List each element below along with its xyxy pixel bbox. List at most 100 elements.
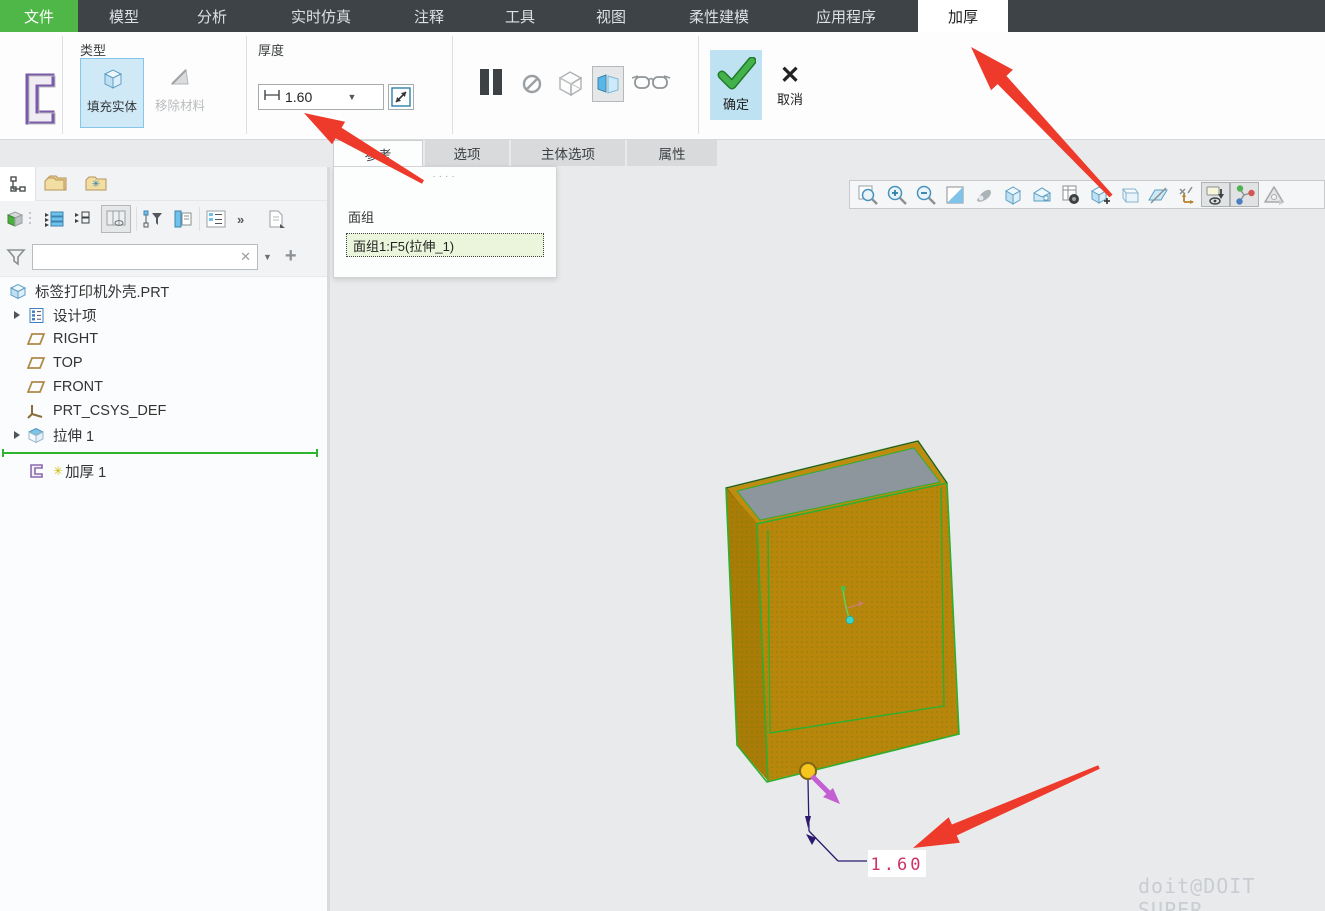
- 3d-dragger-icon[interactable]: [1230, 182, 1259, 207]
- tree-item-extrude-1[interactable]: 拉伸 1: [0, 423, 327, 447]
- saved-orientations-icon[interactable]: [1027, 182, 1056, 207]
- tree-item-design-items[interactable]: 设计项: [0, 303, 327, 327]
- watermark: doit@DOIT SUPER: [1138, 874, 1325, 911]
- view-manager-capture-icon[interactable]: [1056, 182, 1085, 207]
- wireframe-preview-button[interactable]: [554, 68, 586, 98]
- ok-button[interactable]: 确定: [710, 50, 762, 120]
- shading-style-icon[interactable]: [969, 182, 998, 207]
- filter-funnel-icon[interactable]: [6, 243, 26, 271]
- datum-plane-icon: [26, 356, 46, 370]
- tab-flexible-modeling[interactable]: 柔性建模: [660, 0, 778, 32]
- solid-cube-icon: [98, 65, 126, 96]
- model-tree-tab[interactable]: [0, 167, 36, 201]
- tree-document-icon[interactable]: [266, 205, 286, 233]
- collapse-list-icon[interactable]: [73, 205, 93, 233]
- model-display-icon[interactable]: [5, 205, 25, 233]
- coordinate-system-icon: [26, 403, 46, 419]
- group-separator: [698, 36, 699, 134]
- tab-applications[interactable]: 应用程序: [786, 0, 906, 32]
- part-cube-icon: [8, 282, 28, 300]
- tree-tab-row: ✳: [0, 167, 327, 201]
- repaint-icon[interactable]: [940, 182, 969, 207]
- favorites-folder-icon[interactable]: ✳: [84, 171, 110, 200]
- analysis-icon[interactable]: [1259, 182, 1288, 207]
- tab-live-simulation[interactable]: 实时仿真: [262, 0, 380, 32]
- green-check-icon: [716, 57, 756, 94]
- refit-icon[interactable]: [853, 182, 882, 207]
- tab-properties[interactable]: 属性: [627, 140, 717, 166]
- panel-drag-handle[interactable]: ····: [334, 167, 556, 182]
- thicken-feature-icon: [26, 463, 46, 479]
- thickness-group-label: 厚度: [258, 40, 284, 59]
- tree-item-front-plane[interactable]: FRONT: [0, 375, 327, 399]
- graphics-toolbar: [849, 180, 1325, 209]
- tree-book-icon[interactable]: [172, 205, 194, 233]
- no-preview-button[interactable]: [520, 72, 544, 96]
- type-group-label: 类型: [80, 40, 106, 59]
- tab-view[interactable]: 视图: [572, 0, 650, 32]
- datum-plane-icon: [26, 332, 46, 346]
- tree-item-thicken-1[interactable]: ✳ 加厚 1: [0, 459, 327, 483]
- tab-body-options[interactable]: 主体选项: [511, 140, 625, 166]
- datum-plane-icon: [26, 380, 46, 394]
- thickness-dropdown-arrow[interactable]: ▼: [343, 85, 361, 109]
- tab-model[interactable]: 模型: [86, 0, 162, 32]
- group-separator: [62, 36, 63, 134]
- expand-list-icon[interactable]: [43, 205, 65, 233]
- cancel-x-icon: ✕: [780, 63, 800, 89]
- fill-solid-button[interactable]: 填充实体: [80, 58, 144, 128]
- thickness-input-box[interactable]: ▼: [258, 84, 384, 110]
- thickness-value-input[interactable]: [285, 89, 343, 105]
- folder-browser-icon[interactable]: [44, 171, 70, 200]
- expand-caret-icon[interactable]: [14, 311, 20, 319]
- attached-preview-button[interactable]: [592, 66, 624, 102]
- tab-file[interactable]: 文件: [0, 0, 78, 32]
- thicken-feature-icon: [22, 72, 56, 131]
- quilt-label: 面组: [348, 207, 374, 226]
- tab-analysis[interactable]: 分析: [174, 0, 250, 32]
- remove-material-icon: [166, 64, 194, 95]
- tree-settings-icon[interactable]: [205, 205, 227, 233]
- tab-annotate[interactable]: 注释: [390, 0, 468, 32]
- verify-glasses-button[interactable]: [630, 72, 672, 96]
- tree-item-right-plane[interactable]: RIGHT: [0, 327, 327, 351]
- model-tree-panel: ✳ »: [0, 167, 330, 911]
- perspective-icon[interactable]: [1114, 182, 1143, 207]
- dimension-width-icon: [259, 88, 285, 107]
- toolbar-overflow-chevron[interactable]: »: [237, 205, 244, 233]
- graphics-canvas[interactable]: 参考 选项 主体选项 属性 ···· 面组 面组1:F5(拉伸_1): [330, 140, 1325, 911]
- model-tree-list: 标签打印机外壳.PRT 设计项 RIGHT TOP: [0, 279, 327, 483]
- tree-insert-locator[interactable]: [0, 447, 327, 459]
- spin-center-toggle-icon[interactable]: [1201, 182, 1230, 207]
- cancel-button[interactable]: ✕ 取消: [766, 50, 814, 120]
- tab-thicken-active[interactable]: 加厚: [918, 0, 1008, 32]
- search-dropdown-arrow[interactable]: ▼: [258, 252, 277, 262]
- remove-material-button[interactable]: 移除材料: [148, 58, 212, 128]
- zoom-in-icon[interactable]: [882, 182, 911, 207]
- group-separator: [452, 36, 453, 134]
- thicken-dashboard: 类型 填充实体 移除材料 厚度 ▼: [0, 32, 1325, 140]
- quilt-collector[interactable]: 面组1:F5(拉伸_1): [346, 233, 544, 257]
- tree-toolbar-row: »: [0, 201, 327, 237]
- tab-options[interactable]: 选项: [425, 140, 509, 166]
- tree-search-box[interactable]: ✕: [32, 244, 258, 270]
- tree-filter-icon[interactable]: [142, 205, 164, 233]
- section-icon[interactable]: [1085, 182, 1114, 207]
- expand-caret-icon[interactable]: [14, 431, 20, 439]
- grip-dots-icon: [27, 205, 35, 233]
- clear-search-icon[interactable]: ✕: [234, 249, 257, 265]
- add-filter-button[interactable]: +: [277, 245, 297, 268]
- tab-references[interactable]: 参考: [333, 140, 423, 166]
- flip-direction-button[interactable]: [388, 84, 414, 110]
- datum-display-icon[interactable]: [1143, 182, 1172, 207]
- pause-button[interactable]: [476, 66, 506, 98]
- tree-item-csys[interactable]: PRT_CSYS_DEF: [0, 399, 327, 423]
- zoom-out-icon[interactable]: [911, 182, 940, 207]
- tree-item-top-plane[interactable]: TOP: [0, 351, 327, 375]
- tree-root-part[interactable]: 标签打印机外壳.PRT: [0, 279, 327, 303]
- tab-tools[interactable]: 工具: [478, 0, 562, 32]
- display-style-icon[interactable]: [998, 182, 1027, 207]
- tree-search-input[interactable]: [33, 249, 234, 264]
- annotation-display-icon[interactable]: [1172, 182, 1201, 207]
- tree-columns-toggle-icon[interactable]: [101, 205, 131, 233]
